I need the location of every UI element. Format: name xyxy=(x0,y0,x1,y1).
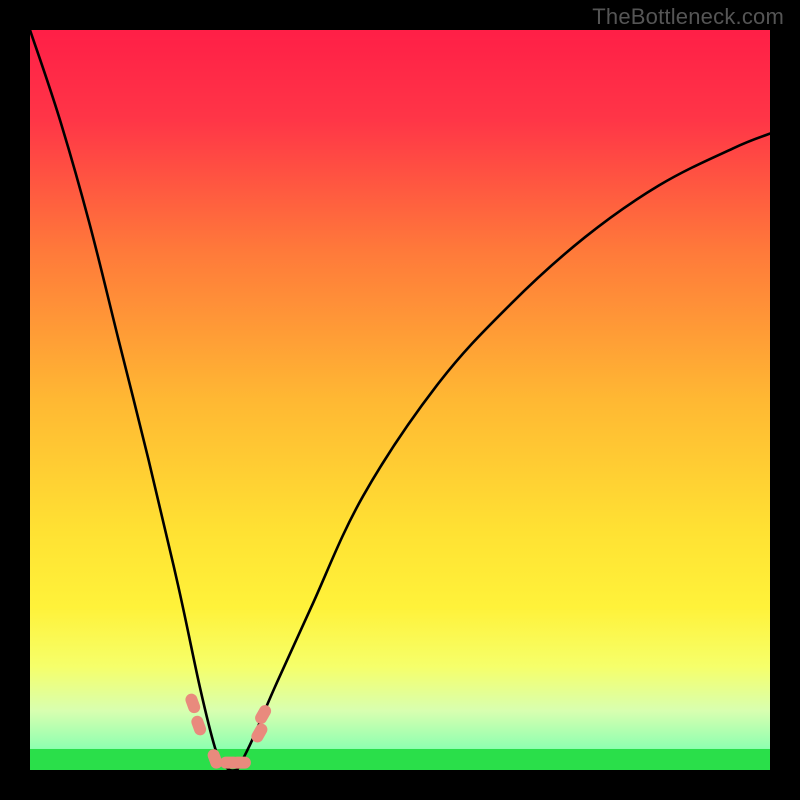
bottleneck-curve xyxy=(237,134,770,770)
data-marker xyxy=(253,703,273,726)
data-marker xyxy=(190,714,208,737)
bottleneck-curve xyxy=(30,30,237,770)
watermark-text: TheBottleneck.com xyxy=(592,4,784,30)
chart-frame: TheBottleneck.com xyxy=(0,0,800,800)
data-marker xyxy=(231,757,251,769)
curve-layer xyxy=(30,30,770,770)
data-marker xyxy=(184,692,202,715)
plot-area xyxy=(30,30,770,770)
